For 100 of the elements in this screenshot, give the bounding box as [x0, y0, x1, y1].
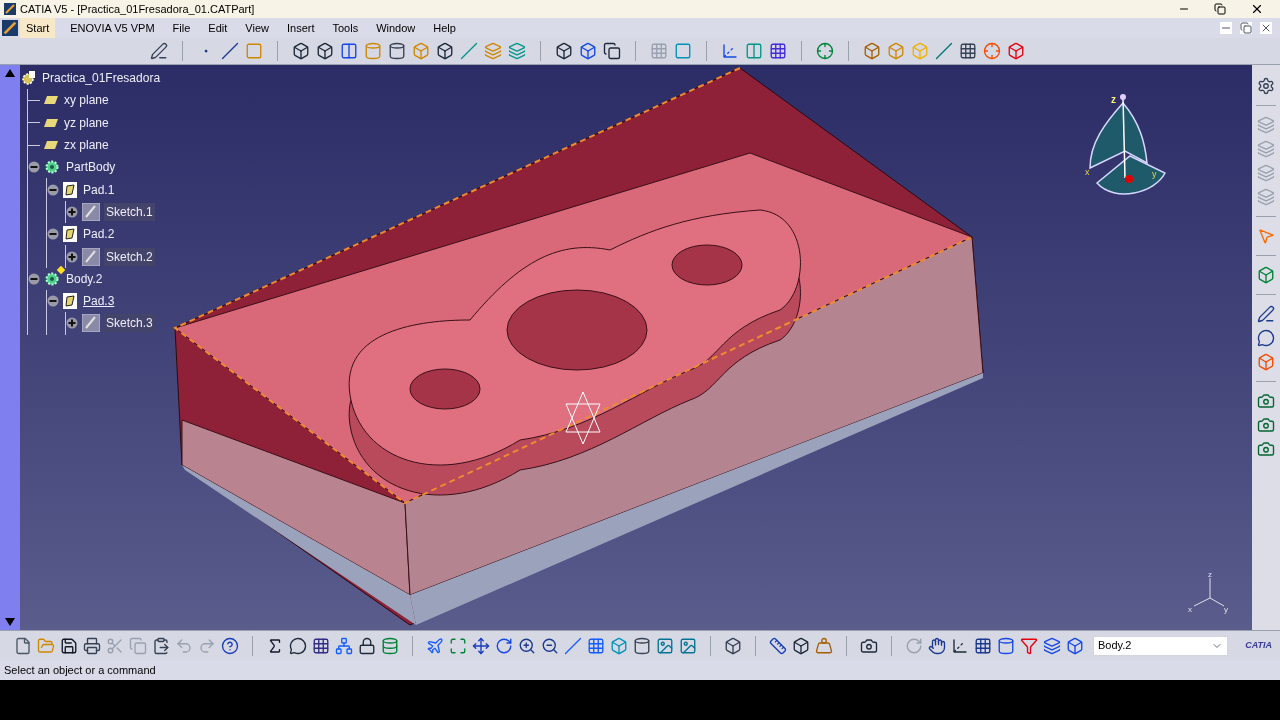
- save-icon[interactable]: [60, 636, 78, 655]
- collapse-toggle[interactable]: [47, 295, 59, 308]
- help-icon[interactable]: [221, 636, 239, 655]
- tree-node-label[interactable]: yz plane: [62, 113, 111, 132]
- file-icon[interactable]: [14, 636, 32, 655]
- 3d-viewport[interactable]: Practica_01Fresadora xy plane yz plane zx plane PartBody Pad.1 Sketch.1 Pad.2 Sketch.2 Body.2 Pad.3 Sketch.3 z x y z x y: [20, 65, 1252, 630]
- cylinder-icon[interactable]: [633, 636, 651, 655]
- menu-item[interactable]: Window: [367, 18, 425, 38]
- cylinder-icon[interactable]: [997, 636, 1015, 655]
- axis-label: y: [1152, 169, 1157, 179]
- crosshair-icon[interactable]: [816, 42, 834, 60]
- part-gear-icon: [20, 70, 36, 87]
- target-icon[interactable]: [983, 42, 1001, 60]
- menu-item[interactable]: View: [236, 18, 278, 38]
- zoom-in-icon[interactable]: [518, 636, 536, 655]
- grid-icon[interactable]: [959, 42, 977, 60]
- camera-icon[interactable]: [1257, 392, 1275, 410]
- cube-icon[interactable]: [316, 42, 334, 60]
- network-icon[interactable]: [335, 636, 353, 655]
- expand-toggle[interactable]: [66, 317, 78, 330]
- square-icon[interactable]: [674, 42, 692, 60]
- table-icon[interactable]: [312, 636, 330, 655]
- menu-item[interactable]: Insert: [277, 18, 324, 38]
- app-icon: [4, 3, 16, 15]
- cube-icon[interactable]: [555, 42, 573, 60]
- restore-icon[interactable]: [1214, 3, 1226, 15]
- tree-node-label[interactable]: Pad.2: [81, 225, 117, 244]
- scroll-up-icon[interactable]: [5, 69, 15, 77]
- collapse-toggle[interactable]: [47, 183, 59, 196]
- zoom-out-icon[interactable]: [541, 636, 559, 655]
- tree-node-label[interactable]: Sketch.3: [104, 314, 155, 333]
- cube-icon[interactable]: [579, 42, 597, 60]
- axis-label: x: [1188, 605, 1192, 614]
- menu-item[interactable]: Tools: [323, 18, 368, 38]
- cube-icon[interactable]: [292, 42, 310, 60]
- pan-icon[interactable]: [472, 636, 490, 655]
- close-icon[interactable]: [1250, 2, 1264, 16]
- weight-icon[interactable]: [815, 636, 833, 655]
- lock-icon[interactable]: [358, 636, 376, 655]
- tree-node-label[interactable]: Practica_01Fresadora: [40, 69, 163, 88]
- image-icon[interactable]: [679, 636, 697, 655]
- close-icon[interactable]: [1260, 22, 1272, 34]
- tree-node-label[interactable]: PartBody: [64, 158, 118, 177]
- printer-icon[interactable]: [83, 636, 101, 655]
- gear-icon: [44, 159, 60, 176]
- sketch-icon: [82, 314, 100, 333]
- scroll-down-icon[interactable]: [5, 618, 15, 626]
- menu-item[interactable]: File: [163, 18, 200, 38]
- tree-node-label[interactable]: xy plane: [62, 91, 111, 110]
- tree-node-label[interactable]: zx plane: [62, 136, 111, 155]
- ruler-icon[interactable]: [769, 636, 787, 655]
- settings-icon[interactable]: [1257, 77, 1275, 95]
- tree-node-label[interactable]: Sketch.2: [104, 247, 155, 266]
- columns-icon[interactable]: [745, 42, 763, 60]
- paste-icon[interactable]: [152, 636, 170, 655]
- sketch-icon: [82, 202, 100, 221]
- fit-all-icon[interactable]: [449, 636, 467, 655]
- filter-icon[interactable]: [1020, 636, 1038, 655]
- grid-icon[interactable]: [769, 42, 787, 60]
- camera-icon[interactable]: [860, 636, 878, 655]
- menu-item[interactable]: Help: [424, 18, 465, 38]
- image-icon[interactable]: [656, 636, 674, 655]
- collapse-toggle[interactable]: [28, 272, 40, 285]
- axis-label: y: [1224, 605, 1228, 614]
- pad-icon: [63, 293, 77, 310]
- camera-icon[interactable]: [1257, 416, 1275, 434]
- stack-icon[interactable]: [1043, 636, 1061, 655]
- menu-item[interactable]: ENOVIA V5 VPM: [61, 18, 164, 38]
- menu-item[interactable]: Start: [20, 18, 56, 38]
- app-icon: [2, 20, 18, 36]
- camera-icon[interactable]: [1257, 440, 1275, 458]
- axis-icon[interactable]: [721, 42, 739, 60]
- expand-toggle[interactable]: [66, 250, 78, 263]
- speech-bubble-icon[interactable]: [289, 636, 307, 655]
- layers-icon[interactable]: [508, 42, 526, 60]
- compass-drawing[interactable]: [1089, 94, 1166, 195]
- annotation-icon[interactable]: [1257, 305, 1275, 323]
- database-icon[interactable]: [381, 636, 399, 655]
- gear-icon: [44, 270, 60, 287]
- rotate-icon[interactable]: [495, 636, 513, 655]
- pad-icon: [63, 226, 77, 243]
- pad-icon: [63, 181, 77, 198]
- tree-node-label[interactable]: Pad.3: [81, 292, 117, 311]
- collapse-toggle[interactable]: [47, 228, 59, 241]
- line-icon[interactable]: [221, 42, 239, 60]
- collapse-toggle[interactable]: [28, 161, 40, 174]
- current-body-dropdown[interactable]: Body.2: [1093, 635, 1228, 656]
- cube-icon[interactable]: [436, 42, 454, 60]
- sketch-icon: [82, 247, 100, 266]
- sketch-pencil-icon[interactable]: [150, 42, 168, 60]
- status-text: Select an object or a command: [4, 662, 156, 678]
- copy-icon[interactable]: [603, 42, 621, 60]
- tree-node-label[interactable]: Pad.1: [81, 180, 117, 199]
- tree-node-label[interactable]: Body.2: [64, 269, 105, 288]
- hand-icon[interactable]: [928, 636, 946, 655]
- tree-node-label[interactable]: Sketch.1: [104, 202, 155, 221]
- cylinder-icon[interactable]: [388, 42, 406, 60]
- expand-toggle[interactable]: [66, 205, 78, 218]
- menu-item[interactable]: Edit: [199, 18, 237, 38]
- axis-icon[interactable]: [951, 636, 969, 655]
